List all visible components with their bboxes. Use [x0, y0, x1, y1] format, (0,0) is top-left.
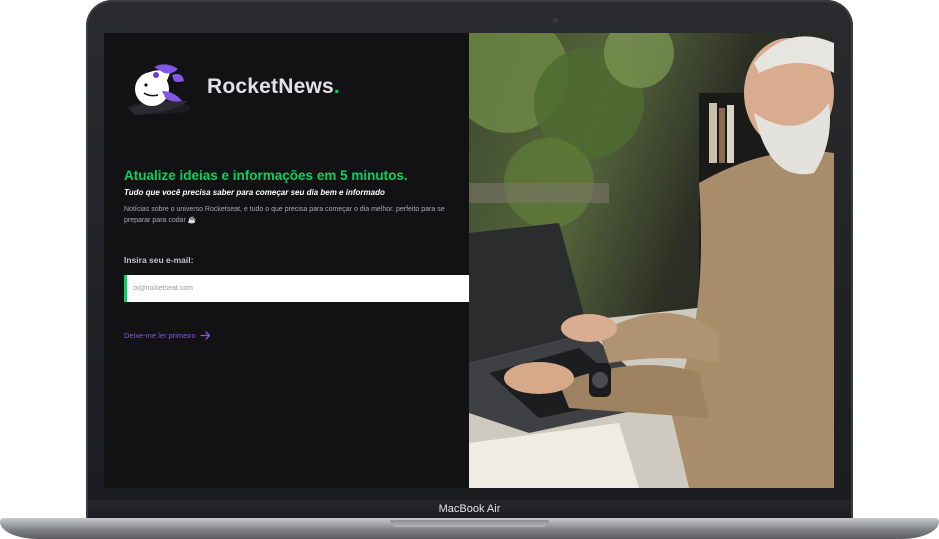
- brand-name: RocketNews.: [207, 75, 340, 99]
- page-description: Notícias sobre o universo Rocketseat, e …: [124, 206, 445, 224]
- page-headline: Atualize ideias e informações em 5 minut…: [124, 168, 408, 183]
- arrow-right-icon: [200, 331, 210, 340]
- app-screen: RocketNews. Atualize ideias e informaçõe…: [104, 33, 834, 488]
- email-input[interactable]: [124, 275, 511, 302]
- signup-panel: RocketNews. Atualize ideias e informaçõe…: [104, 33, 538, 488]
- read-first-label: Deixe-me ler primeiro: [124, 331, 196, 340]
- email-label: Insira seu e-mail:: [124, 255, 194, 265]
- brand-dot: .: [333, 75, 340, 98]
- camera-icon: [553, 18, 558, 23]
- laptop-mockup: RocketNews. Atualize ideias e informaçõe…: [0, 0, 939, 539]
- read-first-link[interactable]: Deixe-me ler primeiro: [124, 331, 211, 340]
- brand-name-text: RocketNews: [207, 75, 334, 98]
- hero-photo-man-typing-laptop: [469, 33, 834, 488]
- laptop-notch: [390, 520, 549, 527]
- rocket-mascot-logo: [126, 61, 192, 119]
- page-subheadline: Tudo que você precisa saber para começar…: [124, 188, 385, 197]
- device-label: MacBook Air: [438, 503, 501, 515]
